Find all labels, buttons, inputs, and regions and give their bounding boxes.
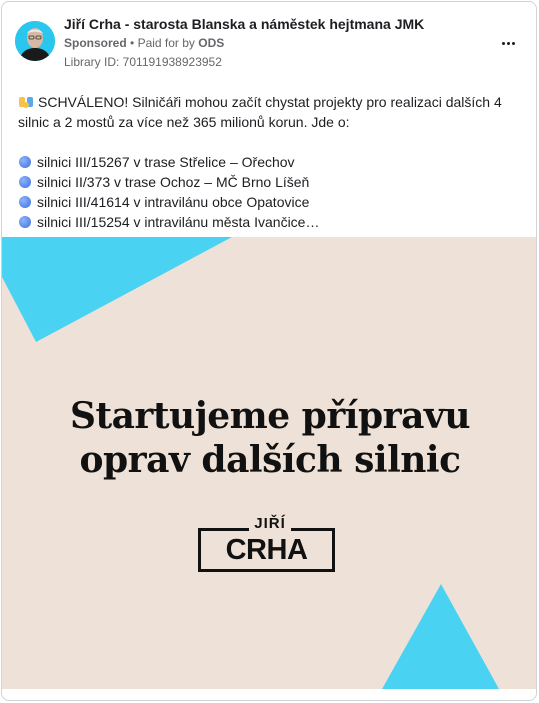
page-name[interactable]: Jiří Crha - starosta Blanska a náměstek … <box>64 16 424 32</box>
ad-headline-line2: oprav dalších silnic <box>79 439 461 481</box>
logo-first-name-text: JIŘÍ <box>249 515 291 532</box>
paid-for-label: Paid for by <box>137 36 195 50</box>
blue-circle-icon <box>19 216 31 228</box>
paid-for-by[interactable]: ODS <box>198 36 224 50</box>
post-intro-text: SCHVÁLENO! Silničáři mohou začít chystat… <box>18 94 502 130</box>
post-text: SCHVÁLENO! Silničáři mohou začít chystat… <box>18 92 523 232</box>
avatar[interactable] <box>15 21 55 61</box>
more-horizontal-icon <box>506 41 510 45</box>
post-intro: SCHVÁLENO! Silničáři mohou začít chystat… <box>18 92 523 132</box>
list-item-text: silnici II/373 v trase Ochoz – MČ Brno L… <box>37 174 310 190</box>
bottom-right-triangle <box>382 584 499 689</box>
logo-last-name: CRHA <box>225 533 308 566</box>
more-options-button[interactable] <box>496 33 520 53</box>
ad-headline-line1: Startujeme přípravu <box>69 395 471 437</box>
separator: • <box>130 36 135 50</box>
more-horizontal-icon <box>511 41 515 45</box>
list-item: silnici III/15254 v intravilánu města Iv… <box>18 212 523 232</box>
more-horizontal-icon <box>501 41 505 45</box>
list-item-text: silnici III/15254 v intravilánu města Iv… <box>37 214 320 230</box>
raising-hands-emoji <box>19 97 33 108</box>
list-item: silnici III/41614 v intravilánu obce Opa… <box>18 192 523 212</box>
list-item-text: silnici III/15267 v trase Střelice – Oře… <box>37 154 295 170</box>
blue-circle-icon <box>19 196 31 208</box>
blue-circle-icon <box>19 156 31 168</box>
sponsored-label: Sponsored <box>64 36 127 50</box>
profile-photo-icon <box>15 21 55 61</box>
sponsored-line: Sponsored • Paid for by ODS <box>64 36 224 50</box>
logo-first-name: JIŘÍ <box>2 515 536 532</box>
ad-creative-image[interactable]: Startujeme přípravu oprav dalších silnic… <box>2 237 536 689</box>
library-id: Library ID: 701191938923952 <box>64 55 222 69</box>
list-item-text: silnici III/41614 v intravilánu obce Opa… <box>37 194 310 210</box>
list-item: silnici II/373 v trase Ochoz – MČ Brno L… <box>18 172 523 192</box>
top-left-triangle <box>2 237 232 342</box>
ad-card: Jiří Crha - starosta Blanska a náměstek … <box>1 1 537 701</box>
blue-circle-icon <box>19 176 31 188</box>
list-item: silnici III/15267 v trase Střelice – Oře… <box>18 152 523 172</box>
